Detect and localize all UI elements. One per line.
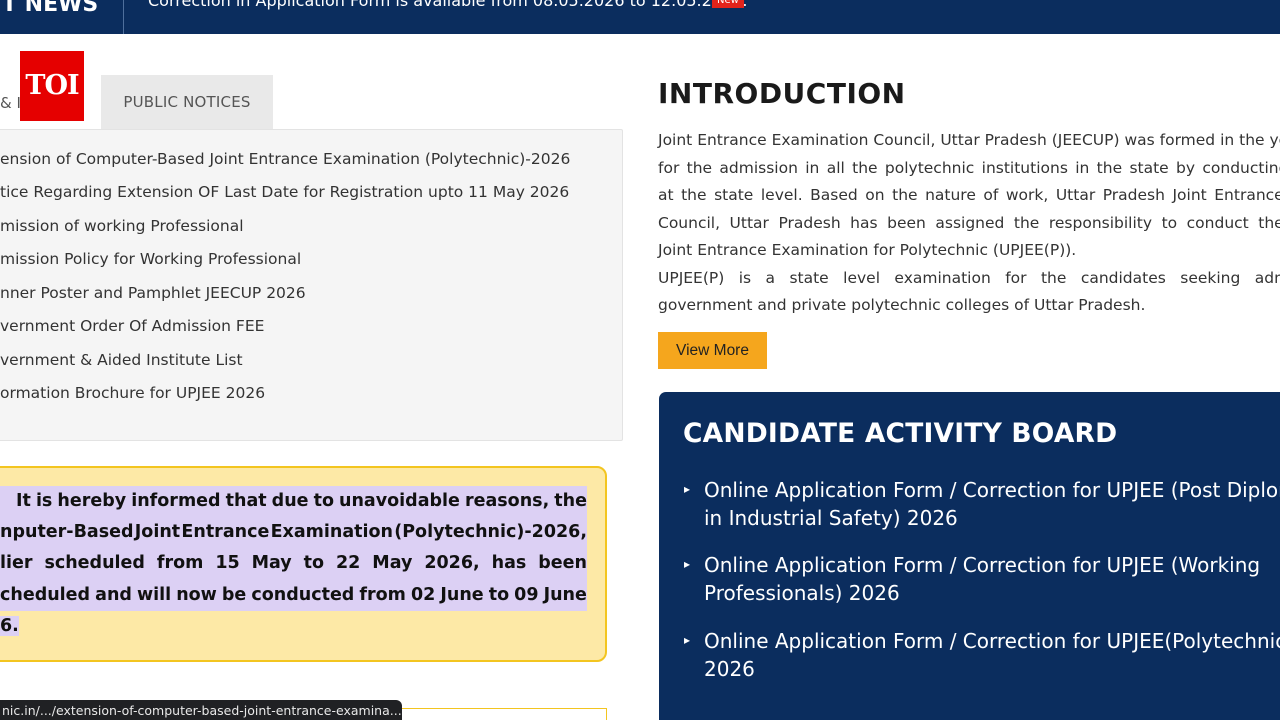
intro-line: Joint Entrance Examination for Polytechn… <box>658 241 1077 259</box>
board-item-line[interactable]: Online Application Form / Correction for… <box>704 476 1280 504</box>
alert-word: will <box>136 584 172 605</box>
alert-word: Joint <box>134 522 181 543</box>
alert-line-2: nputer-Based Joint Entrance Examination (Pol… <box>0 517 587 549</box>
caret-right-icon: ▸ <box>684 557 691 571</box>
alert-word: from <box>359 584 406 605</box>
alert-line-3-words: lier scheduled from 15 May to 22 May 2026, has bee… <box>0 548 587 580</box>
intro-line: at the state level. Based on the nature … <box>658 186 1280 204</box>
alert-line-2-words: nputer-Based Joint Entrance Examination (Pol… <box>0 517 587 549</box>
intro-line: government and private polytechnic colle… <box>658 296 1146 314</box>
alert-word: to <box>313 491 334 511</box>
alert-word: 2026, <box>424 553 480 574</box>
list-item[interactable]: vernment & Aided Institute List <box>0 347 610 373</box>
alert-word: now <box>176 584 217 605</box>
alert-word: 02 <box>410 584 436 605</box>
board-item-line[interactable]: Online Application Form / Correction for… <box>704 551 1260 579</box>
alert-text: It is hereby informed that due to unavoidable re… <box>0 486 587 642</box>
intro-line: Joint Entrance Examination Council, Utta… <box>658 131 1280 149</box>
alert-word: It <box>16 491 31 511</box>
next-panel <box>380 708 607 720</box>
alert-line-4: cheduled and will now be conducted from 02 June t… <box>0 579 587 611</box>
alert-word: and <box>95 584 132 605</box>
list-item[interactable]: vernment Order Of Admission FEE <box>0 313 610 339</box>
board-item-line[interactable]: Professionals) 2026 <box>704 579 900 607</box>
list-item[interactable]: nner Poster and Pamphlet JEECUP 2026 <box>0 280 610 306</box>
alert-word: 15 <box>215 553 240 574</box>
view-more-button[interactable]: View More <box>658 332 767 369</box>
alert-word: cheduled <box>0 584 91 605</box>
list-item[interactable]: ormation Brochure for UPJEE 2026 <box>0 380 610 406</box>
toi-logo: TOI <box>20 51 84 121</box>
alert-word: to <box>488 584 510 605</box>
board-item-line[interactable]: Online Application Form / Correction for… <box>704 627 1280 655</box>
intro-line: UPJEE(P) is a state level examination fo… <box>658 268 1280 287</box>
alert-word: be <box>221 584 247 605</box>
alert-word: been <box>538 553 587 574</box>
alert-word: nputer-Based <box>0 522 134 543</box>
alert-word: due <box>271 491 309 511</box>
alert-word: from <box>156 553 204 574</box>
caret-right-icon: ▸ <box>684 482 691 496</box>
board-item-line[interactable]: 2026 <box>704 655 755 683</box>
alert-word: 09 <box>514 584 539 605</box>
alert-word: Entrance <box>181 522 270 543</box>
list-item[interactable]: mission of working Professional <box>0 213 610 239</box>
alert-word: has <box>491 553 527 574</box>
alert-line-4-words: cheduled and will now be conducted from 02 June t… <box>0 579 587 611</box>
alert-word: May <box>251 553 292 574</box>
alert-word: (Polytechnic)-2026, <box>394 522 587 543</box>
list-item[interactable]: tice Regarding Extension OF Last Date fo… <box>0 179 610 205</box>
intro-line: Council, Uttar Pradesh has been assigned… <box>658 213 1280 232</box>
intro-title: INTRODUCTION <box>658 77 906 110</box>
alert-word: 22 <box>335 553 361 574</box>
alert-word: the <box>554 491 587 511</box>
alert-word: unavoidable <box>339 491 460 511</box>
alert-word: conducted <box>251 584 355 605</box>
alert-word: to <box>303 553 325 574</box>
alert-word: Examination <box>270 522 393 543</box>
board-item-line[interactable]: in Industrial Safety) 2026 <box>704 504 958 532</box>
intro-paragraph: Joint Entrance Examination Council, Utta… <box>658 127 1280 320</box>
alert-word: informed <box>131 491 221 511</box>
alert-line-1: It is hereby informed that due to unavoidable re… <box>0 486 587 518</box>
alert-word: scheduled <box>44 553 145 574</box>
list-item[interactable]: mission Policy for Working Professional <box>0 246 610 272</box>
alert-word: June <box>440 584 484 605</box>
intro-line: for the admission in all the polytechnic… <box>658 158 1280 177</box>
status-bar-url: nic.in/.../extension-of-computer-based-j… <box>0 700 402 720</box>
alert-word: May <box>372 553 413 574</box>
alert-word: hereby <box>57 491 127 511</box>
alert-line-5-text: 6. <box>0 615 19 636</box>
ticker-label: T NEWS <box>0 0 124 34</box>
news-ticker: T NEWS Correction in Application Form is… <box>0 0 1280 34</box>
alert-word: June <box>543 584 587 605</box>
alert-word: reasons, <box>464 491 550 511</box>
caret-right-icon: ▸ <box>684 633 691 647</box>
tab-public-notices[interactable]: PUBLIC NOTICES <box>101 75 273 130</box>
ticker-text[interactable]: Correction in Application Form is availa… <box>148 0 747 11</box>
board-title: CANDIDATE ACTIVITY BOARD <box>683 418 1118 449</box>
list-item[interactable]: ension of Computer-Based Joint Entrance … <box>0 146 610 172</box>
alert-word: lier <box>0 553 33 574</box>
new-badge: New <box>712 0 744 8</box>
alert-word: that <box>225 491 267 511</box>
alert-line-3: lier scheduled from 15 May to 22 May 2026, has bee… <box>0 548 587 580</box>
alert-line-5: 6. <box>0 611 587 642</box>
alert-word: is <box>35 491 53 511</box>
alert-line-1-words: It is hereby informed that due to unavoidable re… <box>0 486 587 518</box>
